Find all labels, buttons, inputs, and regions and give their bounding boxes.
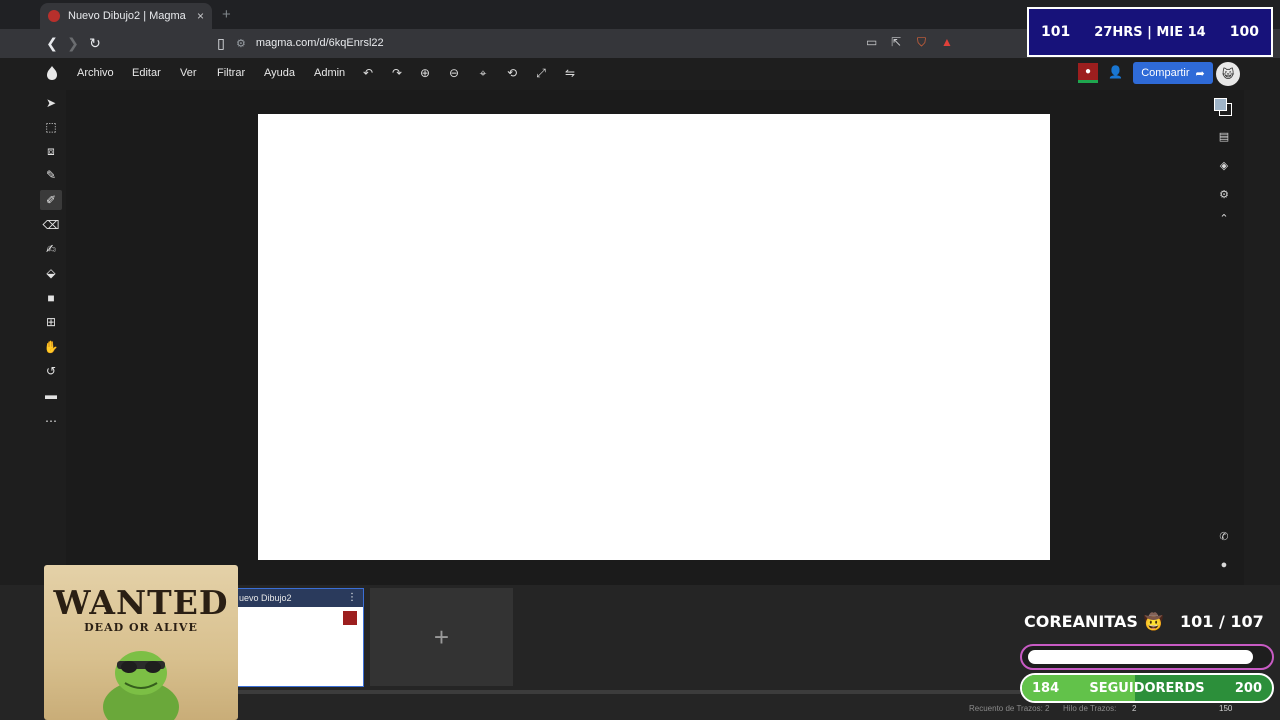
properties-panel-icon[interactable]: ▤ — [1216, 128, 1232, 144]
call-icon[interactable]: ✆ — [1216, 528, 1232, 544]
tab-title: Nuevo Dibujo2 | Magma — [68, 10, 186, 22]
document-thumb-header: uevo Dibujo2 — [229, 589, 363, 607]
fit-icon[interactable]: ⌖ — [476, 66, 490, 80]
brave-rewards-icon[interactable]: ▲ — [941, 35, 953, 49]
menu-ayuda[interactable]: Ayuda — [264, 67, 295, 79]
menu-ver[interactable]: Ver — [180, 67, 197, 79]
threads-value: 2 — [1132, 704, 1137, 713]
undo-icon[interactable]: ↶ — [361, 66, 375, 80]
user-avatar[interactable]: ● — [1078, 63, 1098, 83]
browser-tab[interactable]: Nuevo Dibujo2 | Magma × — [40, 3, 212, 29]
stream-hud: 101 27HRS | MIE 14 100 — [1027, 7, 1273, 57]
share-label: Compartir — [1141, 67, 1190, 79]
add-user-icon[interactable]: 👤 — [1108, 65, 1123, 79]
wanted-subtitle: DEAD OR ALIVE — [84, 621, 198, 634]
drawing-canvas[interactable] — [258, 114, 1050, 560]
followers-end: 200 — [1234, 680, 1262, 696]
frog-character-icon — [103, 651, 179, 720]
transform-tool-icon[interactable]: ⧈ — [44, 144, 58, 158]
more-tools-icon[interactable]: ⋯ — [44, 414, 58, 428]
rotate-view-tool-icon[interactable]: ↺ — [44, 364, 58, 378]
foreground-color[interactable] — [1214, 98, 1227, 111]
menu-archivo[interactable]: Archivo — [77, 67, 114, 79]
color-swatch[interactable] — [1214, 98, 1234, 118]
goal-current: 101 — [1180, 612, 1214, 631]
back-arrow-icon[interactable]: ❮ — [42, 33, 62, 53]
hud-left-value: 101 — [1041, 24, 1071, 40]
bookmark-icon[interactable]: ▯ — [211, 33, 231, 53]
goal-label: COREANITAS 🤠 — [1024, 612, 1164, 631]
left-toolbar — [36, 90, 66, 580]
redo-icon[interactable]: ↷ — [390, 66, 404, 80]
new-tab-button[interactable]: + — [222, 6, 231, 23]
pen-tool-icon[interactable]: ✎ — [44, 168, 58, 182]
selection-tool-icon[interactable]: ⬚ — [44, 120, 58, 134]
brave-shield-icon[interactable]: ⛉ — [917, 35, 926, 50]
document-menu-icon[interactable]: ⋮ — [347, 592, 357, 603]
goal-count: 101 / 107 — [1180, 612, 1264, 631]
cat-mascot-icon[interactable]: 😺 — [1216, 62, 1240, 86]
fill-tool-icon[interactable]: ⬙ — [44, 266, 58, 280]
settings-gear-icon[interactable]: ⚙ — [1216, 186, 1232, 202]
followers-progress-bar: 184 SEGUIDORERDS 200 — [1020, 673, 1274, 703]
menu-admin[interactable]: Admin — [314, 67, 345, 79]
share-page-icon[interactable]: ⇱ — [891, 35, 901, 49]
wanted-poster: WANTED DEAD OR ALIVE — [44, 565, 238, 720]
cast-icon[interactable]: ▭ — [866, 35, 877, 49]
rotate-icon[interactable]: ⟲ — [505, 66, 519, 80]
move-tool-icon[interactable]: ➤ — [44, 96, 58, 110]
menu-editar[interactable]: Editar — [132, 67, 161, 79]
status-right-value: 150 — [1219, 704, 1233, 713]
wanted-title: WANTED — [53, 583, 229, 622]
add-layer-tool-icon[interactable]: ⊞ — [44, 315, 58, 329]
add-document-button[interactable]: + — [370, 588, 513, 686]
comment-tool-icon[interactable]: ▬ — [44, 388, 58, 402]
goal-progress-bar — [1020, 644, 1274, 670]
share-button[interactable]: Compartir ➦ — [1133, 62, 1213, 84]
magma-favicon-icon — [48, 10, 60, 22]
hud-right-value: 100 — [1229, 24, 1259, 40]
zoom-out-icon[interactable]: ⊖ — [447, 66, 461, 80]
layers-panel-icon[interactable]: ◈ — [1216, 157, 1232, 173]
reload-icon[interactable]: ↻ — [85, 33, 105, 53]
strokes-count: Recuento de Trazos: 2 — [969, 704, 1050, 713]
document-owner-avatar — [343, 611, 357, 625]
magma-logo-icon[interactable] — [44, 65, 60, 81]
document-thumb-title: uevo Dibujo2 — [239, 593, 292, 603]
followers-start: 184 — [1032, 680, 1060, 696]
tab-close-icon[interactable]: × — [197, 9, 204, 23]
flip-icon[interactable]: ⇋ — [563, 66, 577, 80]
hud-time: 27HRS | MIE 14 — [1094, 24, 1206, 40]
site-settings-icon[interactable]: ⚙ — [236, 37, 246, 50]
threads-label: Hilo de Trazos: — [1063, 704, 1117, 713]
share-arrow-icon: ➦ — [1195, 67, 1205, 80]
collapse-panel-icon[interactable]: ⌃ — [1216, 210, 1232, 226]
goal-total: / 107 — [1218, 612, 1264, 631]
screen: Nuevo Dibujo2 | Magma × + ❮ ❯ ↻ ▯ ⚙ magm… — [0, 0, 1280, 720]
brush-tool-icon[interactable]: ✐ — [40, 190, 62, 210]
zoom-in-icon[interactable]: ⊕ — [418, 66, 432, 80]
eraser-tool-icon[interactable]: ⌫ — [43, 218, 60, 232]
fullscreen-icon[interactable]: ⤢ — [534, 66, 548, 80]
forward-arrow-icon[interactable]: ❯ — [63, 33, 83, 53]
documents-scrollbar[interactable] — [236, 690, 1020, 694]
followers-label: SEGUIDORERDS — [1089, 680, 1205, 696]
menu-filtrar[interactable]: Filtrar — [217, 67, 245, 79]
smudge-tool-icon[interactable]: ✍ — [44, 242, 58, 256]
address-bar[interactable]: ⚙ magma.com/d/6kqEnrsl22 — [236, 33, 966, 53]
rectangle-tool-icon[interactable]: ■ — [44, 291, 58, 305]
goal-progress-fill — [1028, 650, 1253, 664]
hand-tool-icon[interactable]: ✋ — [44, 340, 59, 354]
url-text: magma.com/d/6kqEnrsl22 — [255, 37, 384, 49]
document-thumbnail[interactable]: uevo Dibujo2 ⋮ — [228, 588, 364, 687]
chat-icon[interactable]: ● — [1216, 557, 1232, 573]
